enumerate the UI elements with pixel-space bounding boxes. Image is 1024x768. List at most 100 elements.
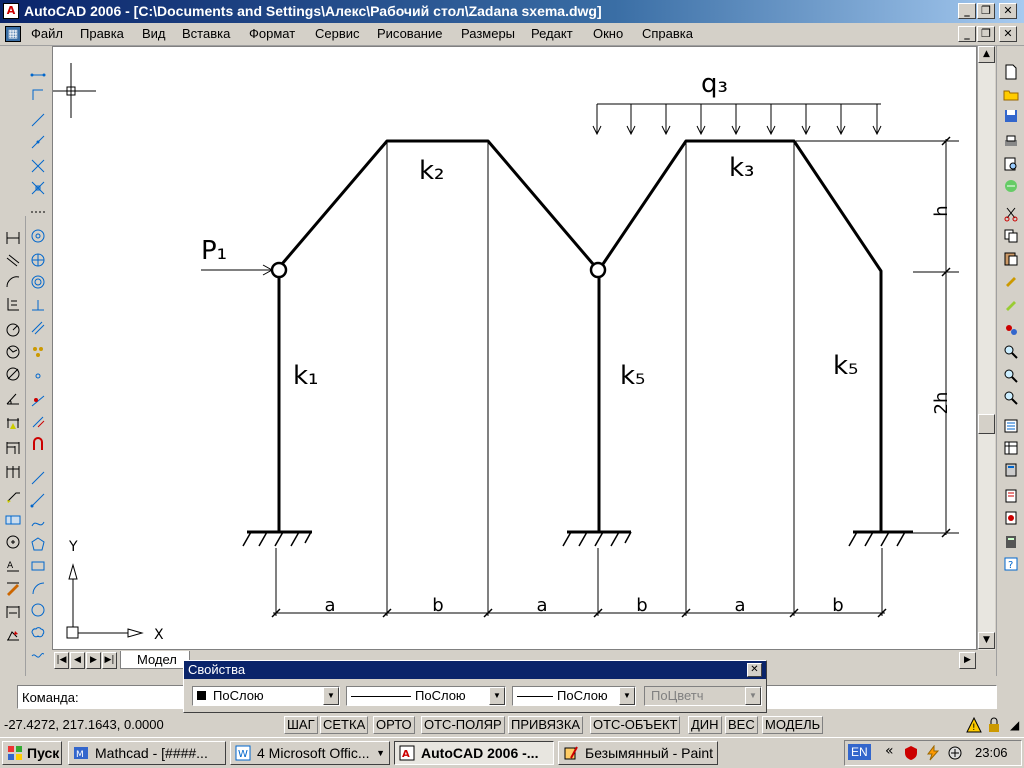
network-tray-icon[interactable] [947, 745, 963, 761]
wave-line-icon[interactable] [28, 644, 48, 664]
scroll-up-arrow-icon[interactable]: ▲ [978, 46, 995, 63]
zoom-realtime-icon[interactable] [1001, 342, 1021, 362]
communication-center-icon[interactable]: ! [966, 716, 982, 733]
tangent-icon[interactable] [28, 390, 48, 410]
plot-icon[interactable] [1001, 132, 1021, 152]
task-office[interactable]: W 4 Microsoft Offic... ▼ [230, 741, 390, 765]
quick-leader-icon[interactable] [3, 486, 23, 506]
intersection-icon[interactable] [28, 178, 48, 198]
line-icon[interactable] [28, 64, 48, 84]
model-toggle[interactable]: МОДЕЛЬ [762, 716, 824, 734]
status-menu-arrow-icon[interactable]: ◢ [1010, 718, 1019, 732]
ordinate-dimension-icon[interactable] [3, 294, 23, 314]
snap-toggle[interactable]: ШАГ [284, 716, 318, 734]
start-button[interactable]: Пуск [2, 741, 62, 765]
pentagon-icon[interactable] [28, 534, 48, 554]
aligned-dimension-icon[interactable] [3, 250, 23, 270]
publish-icon[interactable] [1001, 176, 1021, 196]
node-icon[interactable] [28, 366, 48, 386]
tab-model[interactable]: Модел [120, 651, 190, 669]
plotstyle-control[interactable]: ПоЦветч ▼ [644, 686, 762, 706]
help-icon[interactable]: ? [1001, 554, 1021, 574]
circle-draw-icon[interactable] [28, 600, 48, 620]
lightning-tray-icon[interactable] [925, 744, 941, 761]
task-paint[interactable]: Безымянный - Paint [558, 741, 718, 765]
menu-dimension[interactable]: Размеры [461, 26, 515, 41]
linear-dimension-icon[interactable] [3, 228, 23, 248]
close-button[interactable]: ✕ [999, 3, 1017, 19]
copy-icon[interactable] [1001, 226, 1021, 246]
perpendicular-icon[interactable] [28, 296, 48, 316]
ray-icon[interactable] [28, 490, 48, 510]
minimize-button[interactable]: _ [958, 3, 976, 19]
properties-icon[interactable] [1001, 416, 1021, 436]
diameter-dimension-icon[interactable] [3, 364, 23, 384]
dimension-style-icon[interactable] [3, 626, 23, 646]
tolerance-icon[interactable] [3, 510, 23, 530]
design-center-icon[interactable] [1001, 438, 1021, 458]
lineweight-control[interactable]: ПоСлою ▼ [512, 686, 636, 706]
ortho-toggle[interactable]: ОРТО [373, 716, 415, 734]
radius-dimension-icon[interactable] [3, 320, 23, 340]
angular-dimension-icon[interactable] [3, 388, 23, 408]
dimension-update-icon[interactable] [3, 602, 23, 622]
quick-dimension-icon[interactable] [3, 414, 23, 434]
menu-tools[interactable]: Сервис [315, 26, 360, 41]
hscroll-right-arrow-icon[interactable]: ▶ [959, 652, 976, 669]
jogged-dimension-icon[interactable] [3, 342, 23, 362]
paste-icon[interactable] [1001, 248, 1021, 268]
menu-insert[interactable]: Вставка [182, 26, 230, 41]
revision-cloud-icon[interactable] [28, 622, 48, 642]
arc-length-icon[interactable] [3, 272, 23, 292]
dyn-toggle[interactable]: ДИН [688, 716, 722, 734]
menu-edit[interactable]: Правка [80, 26, 124, 41]
lwt-toggle[interactable]: ВЕС [725, 716, 758, 734]
save-icon[interactable] [1001, 106, 1021, 126]
dimension-text-edit-icon[interactable] [3, 578, 23, 598]
parallel-icon[interactable] [28, 318, 48, 338]
block-editor-icon[interactable] [1001, 294, 1021, 314]
menu-draw[interactable]: Рисование [377, 26, 442, 41]
linetype-dropdown-arrow-icon[interactable]: ▼ [489, 687, 505, 705]
open-icon[interactable] [1001, 84, 1021, 104]
continue-dimension-icon[interactable] [3, 462, 23, 482]
vertical-scrollbar[interactable]: ▲ ▼ [977, 46, 995, 650]
cut-icon[interactable] [1001, 204, 1021, 224]
dimension-edit-icon[interactable]: A [3, 556, 23, 576]
move-icon[interactable] [28, 250, 48, 270]
plotstyle-dropdown-arrow-icon[interactable]: ▼ [745, 687, 761, 705]
menu-view[interactable]: Вид [142, 26, 166, 41]
pan-icon[interactable] [1001, 320, 1021, 340]
otrack-toggle[interactable]: ОТС-ОБЪЕКТ [590, 716, 681, 734]
circle-icon[interactable] [28, 226, 48, 246]
task-autocad[interactable]: A AutoCAD 2006 -... [394, 741, 554, 765]
menu-modify[interactable]: Редакт [531, 26, 573, 41]
doc-close-button[interactable]: ✕ [999, 26, 1017, 42]
scroll-thumb[interactable] [978, 414, 995, 434]
menu-format[interactable]: Формат [249, 26, 295, 41]
lineweight-dropdown-arrow-icon[interactable]: ▼ [619, 687, 635, 705]
explode-icon[interactable] [28, 156, 48, 176]
menu-file[interactable]: Файл [31, 26, 63, 41]
tool-palettes-icon[interactable] [1001, 460, 1021, 480]
color-control[interactable]: ПоСлою ▼ [192, 686, 340, 706]
polar-toggle[interactable]: ОТС-ПОЛЯР [421, 716, 505, 734]
arc-icon[interactable] [28, 578, 48, 598]
dashed-line-icon[interactable] [28, 202, 48, 222]
antivirus-shield-icon[interactable] [903, 745, 919, 761]
prev-tab-icon[interactable]: ◀ [70, 652, 85, 669]
rectangle-icon[interactable] [28, 556, 48, 576]
task-mathcad[interactable]: M Mathcad - [####... [68, 741, 226, 765]
restore-button[interactable]: ❐ [977, 3, 995, 19]
donut-icon[interactable] [28, 272, 48, 292]
grid-toggle[interactable]: СЕТКА [320, 716, 369, 734]
zoom-previous-icon[interactable] [1001, 388, 1021, 408]
trim-icon[interactable] [28, 434, 48, 454]
color-dropdown-arrow-icon[interactable]: ▼ [323, 687, 339, 705]
title-bar[interactable]: A AutoCAD 2006 - [C:\Documents and Setti… [0, 0, 1024, 23]
tray-expand-arrows-icon[interactable]: « [885, 743, 894, 759]
baseline-dimension-icon[interactable] [3, 438, 23, 458]
properties-close-button[interactable]: ✕ [747, 663, 762, 677]
line-draw-icon[interactable] [28, 468, 48, 488]
sheet-set-icon[interactable] [1001, 486, 1021, 506]
